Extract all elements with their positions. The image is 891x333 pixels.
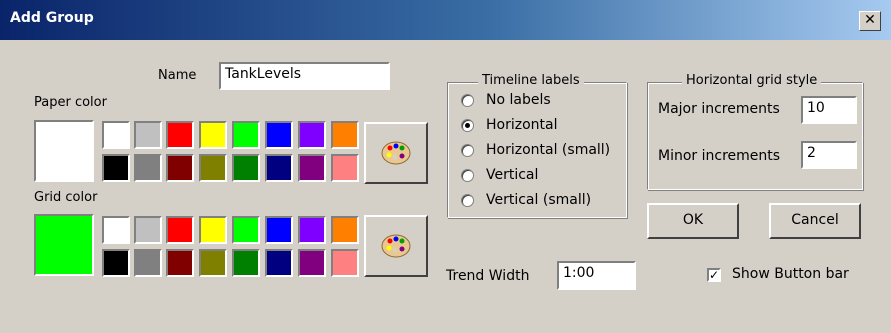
close-icon: ✕ — [864, 12, 876, 28]
paper-color-swatch[interactable] — [166, 154, 194, 182]
grid-color-swatch[interactable] — [331, 249, 359, 277]
grid-color-swatch[interactable] — [232, 216, 260, 244]
show-button-bar-label: Show Button bar — [732, 266, 849, 282]
grid-color-swatch[interactable] — [102, 249, 130, 277]
timeline-option-radio[interactable] — [461, 194, 474, 207]
grid-color-swatch[interactable] — [166, 216, 194, 244]
grid-color-selected-swatch[interactable] — [34, 214, 94, 276]
timeline-labels-legend: Timeline labels — [478, 73, 584, 88]
ok-button[interactable]: OK — [647, 203, 739, 239]
grid-color-swatch[interactable] — [265, 216, 293, 244]
minor-increments-label: Minor increments — [658, 148, 781, 164]
grid-color-swatch[interactable] — [199, 249, 227, 277]
paper-color-swatch[interactable] — [298, 154, 326, 182]
paper-color-swatch[interactable] — [199, 121, 227, 149]
paper-color-swatch[interactable] — [102, 154, 130, 182]
grid-color-swatch[interactable] — [265, 249, 293, 277]
name-label: Name — [158, 68, 197, 83]
major-increments-input[interactable]: 10 — [801, 96, 857, 124]
window-title: Add Group — [10, 10, 94, 26]
timeline-option-label[interactable]: Horizontal — [486, 117, 557, 133]
grid-color-picker-button[interactable] — [364, 215, 428, 277]
grid-color-swatch[interactable] — [199, 216, 227, 244]
timeline-option-radio[interactable] — [461, 169, 474, 182]
grid-color-swatch[interactable] — [232, 249, 260, 277]
timeline-option-label[interactable]: Vertical — [486, 167, 538, 183]
paper-color-swatch[interactable] — [166, 121, 194, 149]
grid-color-swatch[interactable] — [298, 216, 326, 244]
checkmark-icon: ✓ — [709, 268, 720, 282]
paper-color-swatch[interactable] — [265, 154, 293, 182]
title-bar — [0, 0, 891, 40]
trend-width-input[interactable]: 1:00 — [557, 261, 636, 290]
timeline-option-label[interactable]: Vertical (small) — [486, 192, 591, 208]
grid-color-swatch[interactable] — [134, 216, 162, 244]
timeline-option-radio[interactable] — [461, 144, 474, 157]
show-button-bar-checkbox[interactable]: ✓ — [707, 268, 721, 282]
paper-color-selected-swatch[interactable] — [34, 120, 94, 182]
grid-color-swatch[interactable] — [166, 249, 194, 277]
paper-color-swatch[interactable] — [232, 154, 260, 182]
paper-color-swatch[interactable] — [102, 121, 130, 149]
paper-color-swatch[interactable] — [331, 154, 359, 182]
paper-color-swatch[interactable] — [199, 154, 227, 182]
grid-color-swatch[interactable] — [102, 216, 130, 244]
major-increments-label: Major increments — [658, 101, 780, 117]
grid-color-swatch[interactable] — [331, 216, 359, 244]
timeline-option-label[interactable]: No labels — [486, 92, 551, 108]
trend-width-label: Trend Width — [446, 268, 530, 284]
paper-color-swatch[interactable] — [298, 121, 326, 149]
palette-icon — [381, 234, 411, 258]
grid-style-legend: Horizontal grid style — [682, 73, 822, 88]
paper-color-label: Paper color — [34, 95, 107, 110]
paper-color-swatch[interactable] — [232, 121, 260, 149]
palette-icon — [381, 141, 411, 165]
timeline-option-radio[interactable] — [461, 119, 474, 132]
timeline-option-label[interactable]: Horizontal (small) — [486, 142, 610, 158]
paper-color-swatch[interactable] — [331, 121, 359, 149]
paper-color-swatch[interactable] — [134, 154, 162, 182]
grid-color-swatch[interactable] — [298, 249, 326, 277]
paper-color-swatch[interactable] — [134, 121, 162, 149]
cancel-button[interactable]: Cancel — [769, 203, 861, 239]
minor-increments-input[interactable]: 2 — [801, 141, 857, 169]
grid-color-label: Grid color — [34, 190, 98, 205]
timeline-option-radio[interactable] — [461, 94, 474, 107]
name-input[interactable]: TankLevels — [219, 62, 390, 90]
paper-color-picker-button[interactable] — [364, 122, 428, 184]
grid-color-swatch[interactable] — [134, 249, 162, 277]
close-button[interactable]: ✕ — [859, 11, 881, 31]
paper-color-swatch[interactable] — [265, 121, 293, 149]
